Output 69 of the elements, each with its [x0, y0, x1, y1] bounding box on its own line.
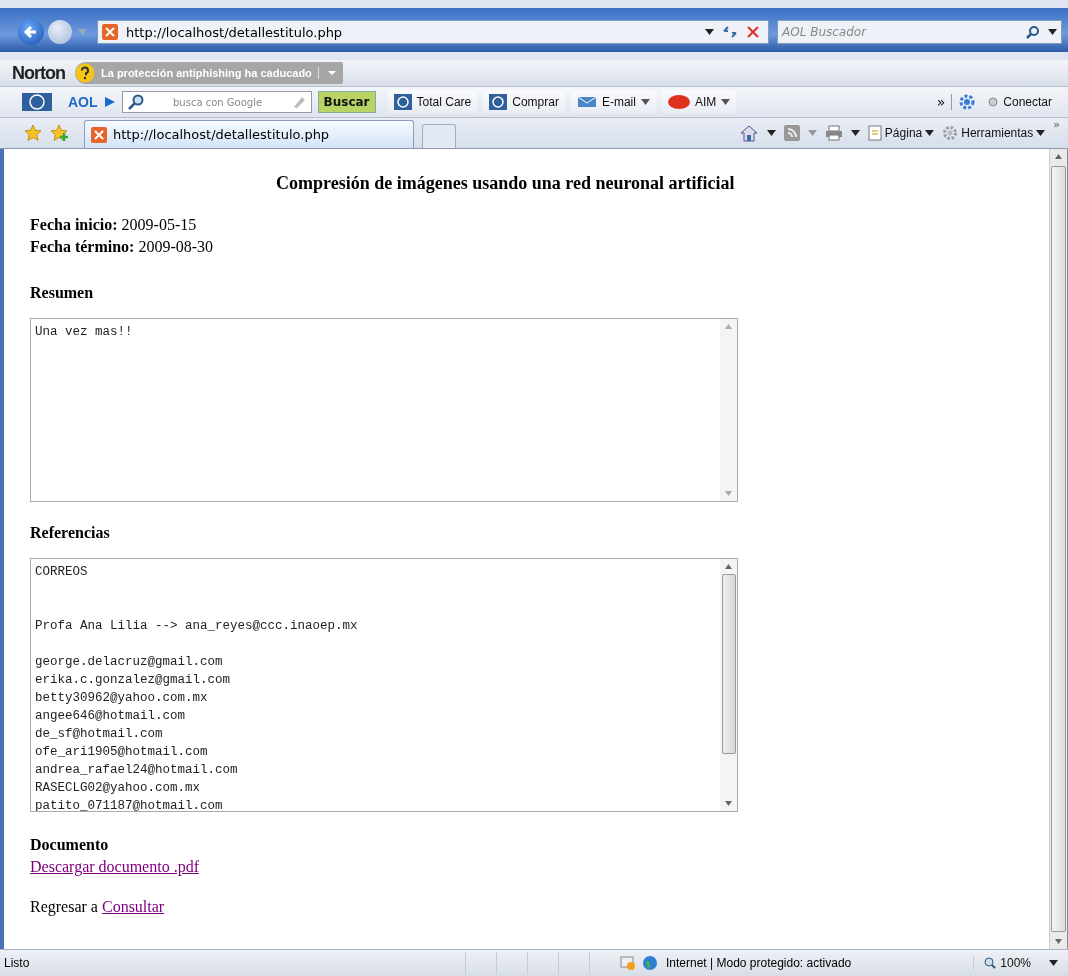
refresh-icon[interactable]: [722, 25, 738, 39]
page-icon: [102, 24, 118, 40]
more-button[interactable]: »: [930, 94, 953, 110]
section-heading: Documento: [30, 836, 109, 854]
scroll-down-icon[interactable]: [725, 801, 732, 806]
caret-icon: [1049, 960, 1058, 966]
scroll-up-icon[interactable]: [1055, 154, 1062, 159]
aol-logo[interactable]: AOL: [68, 94, 98, 110]
google-search-field[interactable]: busca con Google: [121, 91, 312, 113]
scrollbar[interactable]: [720, 559, 737, 811]
date-value: 2009-05-15: [121, 216, 197, 233]
caret-icon: [640, 99, 650, 105]
section-heading: Referencias: [30, 524, 110, 542]
search-button[interactable]: Buscar: [317, 91, 376, 113]
page-icon: [91, 126, 107, 143]
toolbar-button[interactable]: Total Care: [387, 90, 478, 114]
address-field[interactable]: http://localhost/detallestitulo.php: [97, 20, 769, 44]
forward-button[interactable]: [48, 20, 72, 44]
search-icon[interactable]: [1026, 25, 1040, 39]
home-icon[interactable]: [738, 124, 759, 142]
gear-icon: [942, 125, 959, 141]
connect-button[interactable]: Conectar: [982, 90, 1058, 114]
date-label: Fecha término:: [30, 238, 135, 255]
feed-icon[interactable]: [783, 125, 800, 141]
globe-icon: [642, 955, 658, 971]
play-icon: [103, 96, 116, 108]
close-icon[interactable]: [746, 25, 760, 39]
date-label: Fecha inicio:: [30, 216, 118, 233]
warning-text: La protección antiphishing ha caducado: [101, 67, 319, 79]
toolbar-button[interactable]: AIM: [661, 90, 737, 114]
star-icon[interactable]: [24, 124, 42, 142]
envelope-icon: [576, 95, 597, 109]
caret-icon: [721, 99, 731, 105]
zoom-icon: [984, 957, 997, 969]
tools-menu[interactable]: Herramientas: [942, 125, 1046, 141]
scroll-up-icon[interactable]: [725, 564, 732, 569]
caret-icon[interactable]: [1048, 29, 1057, 35]
back-text: Regresar a: [30, 898, 98, 916]
toolbar-button[interactable]: Comprar: [483, 90, 565, 114]
more-button[interactable]: »: [1053, 118, 1060, 131]
security-zone-text: Internet | Modo protegido: activado: [666, 956, 852, 970]
caret-icon[interactable]: [766, 130, 776, 136]
toolbar-button[interactable]: E-mail: [570, 90, 656, 114]
section-heading: Resumen: [30, 284, 94, 302]
caret-icon[interactable]: [850, 130, 860, 136]
references-field[interactable]: CORREOS Profa Ana Lilia --> ana_reyes@ccc.inaoep.mx george.delacruz@gmail.com erika.c.gonzalez@gmail.com betty30962@yahoo.com.mx angee646@hotmail.com de_sf@hotmail.com ofe_ari1905@hotmail.com andrea_rafael24@hotmail.com RASECLG02@yahoo.com.mx patito_071187@hotmail.com: [30, 558, 738, 812]
date-value: 2009-08-30: [138, 238, 214, 255]
caret-icon: [925, 130, 935, 136]
scroll-down-icon[interactable]: [1055, 939, 1062, 944]
settings-icon[interactable]: [958, 93, 977, 111]
back-button[interactable]: [18, 19, 44, 45]
download-link[interactable]: Descargar documento .pdf: [30, 858, 199, 876]
help-icon: [75, 63, 95, 83]
consult-link[interactable]: Consultar: [101, 898, 165, 916]
add-favorite-icon[interactable]: [50, 124, 70, 142]
printer-icon[interactable]: [824, 125, 843, 141]
page-scrollbar[interactable]: [1049, 149, 1067, 949]
caret-icon[interactable]: [705, 29, 714, 35]
zoom-button[interactable]: 100%: [973, 956, 1058, 970]
caret-icon: [1036, 130, 1046, 136]
page-menu[interactable]: Página: [867, 125, 935, 141]
status-dot-icon: [988, 97, 999, 107]
summary-field[interactable]: Una vez mas!!: [30, 318, 738, 502]
browser-tab[interactable]: http://localhost/detallestitulo.php: [84, 120, 414, 148]
search-icon: [126, 94, 145, 110]
norton-logo: Norton: [12, 62, 65, 84]
document-icon: [867, 125, 882, 141]
page-title: Compresión de imágenes usando una red neuronal artificial: [276, 173, 736, 194]
status-text: Listo: [4, 956, 31, 970]
